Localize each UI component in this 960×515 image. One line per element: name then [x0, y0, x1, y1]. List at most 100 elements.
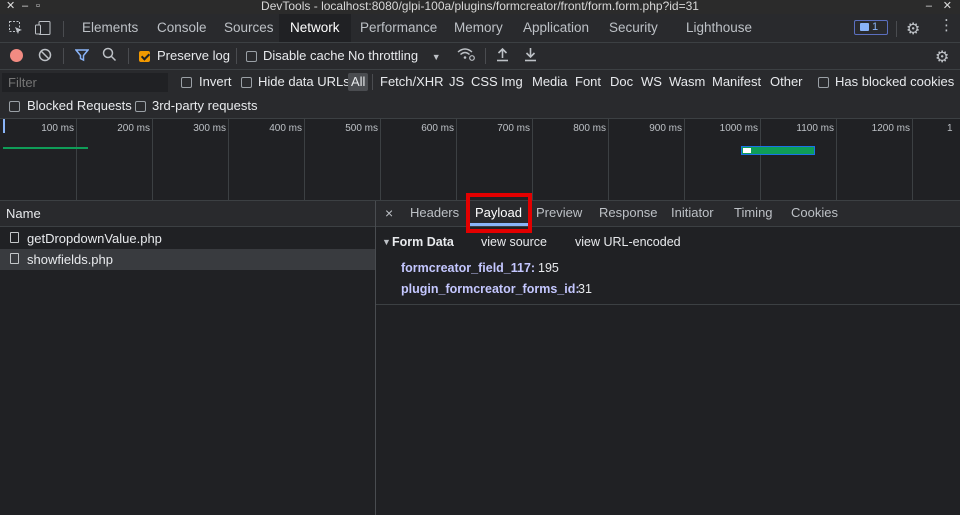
issues-count: 1: [872, 21, 879, 33]
network-conditions-icon[interactable]: [456, 46, 476, 65]
request-row-selected[interactable]: showfields.php: [0, 249, 375, 270]
timeline-gridline: [380, 119, 381, 200]
filter-type-css[interactable]: CSS: [471, 74, 498, 89]
form-data-value: 31: [578, 282, 592, 296]
filter-input[interactable]: [2, 73, 168, 92]
filter-type-fetch-xhr[interactable]: Fetch/XHR: [380, 74, 444, 89]
filter-type-media[interactable]: Media: [532, 74, 567, 89]
form-data-key: formcreator_field_117:: [401, 261, 536, 275]
tab-timing[interactable]: Timing: [734, 205, 773, 220]
timeline-gridline: [684, 119, 685, 200]
filter-funnel-icon[interactable]: [74, 48, 90, 65]
throttling-select[interactable]: No throttling ▼: [348, 48, 441, 63]
tab-memory[interactable]: Memory: [443, 14, 514, 42]
timeline-gridline: [836, 119, 837, 200]
document-icon: [10, 253, 19, 264]
timeline-tick-label: 1000 ms: [719, 123, 758, 134]
timeline-gridline: [912, 119, 913, 200]
tab-application[interactable]: Application: [512, 14, 600, 42]
timeline-tick-label: 900 ms: [649, 123, 682, 134]
filter-type-doc[interactable]: Doc: [610, 74, 633, 89]
tab-sources[interactable]: Sources: [212, 14, 286, 42]
view-url-encoded-link[interactable]: view URL-encoded: [575, 235, 681, 249]
blocked-requests-checkbox[interactable]: [9, 101, 20, 112]
search-icon[interactable]: [102, 47, 117, 65]
timeline-tick-label: 1100 ms: [796, 123, 834, 134]
payload-tab-highlight: [466, 193, 532, 233]
invert-checkbox[interactable]: [181, 77, 192, 88]
tab-cookies[interactable]: Cookies: [791, 205, 838, 220]
disable-cache-checkbox[interactable]: [246, 51, 257, 62]
network-settings-gear-icon[interactable]: ⚙: [935, 47, 949, 67]
tab-console[interactable]: Console: [145, 14, 219, 42]
window-title: DevTools - localhost:8080/glpi-100a/plug…: [261, 0, 699, 13]
timeline-tick-label: 600 ms: [421, 123, 454, 134]
form-data-title[interactable]: Form Data: [392, 235, 454, 249]
settings-gear-icon[interactable]: ⚙: [906, 19, 920, 39]
issues-badge[interactable]: 1: [854, 20, 888, 35]
document-icon: [10, 232, 19, 243]
timeline-gridline: [456, 119, 457, 200]
timeline-tick-label: 200 ms: [117, 123, 150, 134]
expand-triangle-icon[interactable]: ▼: [382, 237, 391, 247]
import-har-icon[interactable]: [496, 47, 509, 65]
preserve-log-checkbox[interactable]: [139, 51, 150, 62]
tab-network[interactable]: Network: [279, 14, 351, 42]
toolbar-divider: [236, 48, 237, 64]
window-close-right-icon[interactable]: ✕: [943, 0, 952, 13]
tab-response[interactable]: Response: [599, 205, 658, 220]
filter-type-all[interactable]: All: [348, 73, 369, 91]
preserve-log-label: Preserve log: [157, 48, 230, 63]
record-icon[interactable]: [10, 49, 23, 62]
request-row[interactable]: getDropdownValue.php: [0, 228, 375, 249]
third-party-requests-checkbox[interactable]: [135, 101, 146, 112]
filter-type-wasm[interactable]: Wasm: [669, 74, 705, 89]
chevron-down-icon: ▼: [431, 52, 441, 62]
close-details-icon[interactable]: ×: [385, 205, 393, 221]
network-overview-timeline[interactable]: 100 ms 200 ms 300 ms 400 ms 500 ms 600 m…: [0, 119, 960, 201]
filter-type-manifest[interactable]: Manifest: [712, 74, 761, 89]
filter-type-font[interactable]: Font: [575, 74, 601, 89]
filter-type-other[interactable]: Other: [770, 74, 803, 89]
timeline-request-bar: [3, 147, 88, 149]
device-toolbar-icon[interactable]: [34, 20, 52, 39]
export-har-icon[interactable]: [524, 47, 537, 65]
timeline-handle-left[interactable]: [3, 119, 5, 133]
timeline-gridline: [76, 119, 77, 200]
tab-performance[interactable]: Performance: [349, 14, 448, 42]
tab-headers[interactable]: Headers: [410, 205, 459, 220]
view-source-link[interactable]: view source: [481, 235, 547, 249]
invert-label: Invert: [199, 74, 232, 89]
toolbar-divider: [896, 21, 897, 37]
timeline-tick-label: 700 ms: [497, 123, 530, 134]
details-tabs: × Headers Payload Preview Response Initi…: [376, 201, 960, 227]
toolbar-divider: [63, 21, 64, 37]
filter-type-js[interactable]: JS: [449, 74, 464, 89]
disable-cache-label: Disable cache: [263, 48, 345, 63]
window-minimize-right-icon[interactable]: –: [926, 0, 932, 13]
clear-icon[interactable]: [38, 48, 52, 65]
filter-type-img[interactable]: Img: [501, 74, 523, 89]
inspect-element-icon[interactable]: [8, 20, 24, 39]
close-window-icon[interactable]: ✕: [6, 0, 15, 13]
timeline-tick-label: 1: [947, 123, 953, 134]
tab-preview[interactable]: Preview: [536, 205, 582, 220]
network-filter-bar: Invert Hide data URLs All Fetch/XHR JS C…: [0, 70, 960, 119]
tab-elements[interactable]: Elements: [70, 14, 150, 42]
minimize-window-icon[interactable]: –: [22, 0, 28, 13]
hide-data-urls-checkbox[interactable]: [241, 77, 252, 88]
timeline-gridline: [532, 119, 533, 200]
network-toolbar: Preserve log Disable cache No throttling…: [0, 43, 960, 70]
toolbar-divider: [485, 48, 486, 64]
tab-lighthouse[interactable]: Lighthouse: [675, 14, 763, 42]
timeline-tick-label: 400 ms: [269, 123, 302, 134]
maximize-window-icon[interactable]: ▫: [36, 0, 40, 13]
more-options-icon[interactable]: ⋮: [939, 18, 954, 34]
has-blocked-cookies-checkbox[interactable]: [818, 77, 829, 88]
blocked-requests-label: Blocked Requests: [27, 98, 132, 113]
tab-security[interactable]: Security: [598, 14, 669, 42]
tab-initiator[interactable]: Initiator: [671, 205, 714, 220]
filter-type-ws[interactable]: WS: [641, 74, 662, 89]
name-column-header[interactable]: Name: [6, 206, 41, 221]
timeline-tick-label: 100 ms: [41, 123, 74, 134]
